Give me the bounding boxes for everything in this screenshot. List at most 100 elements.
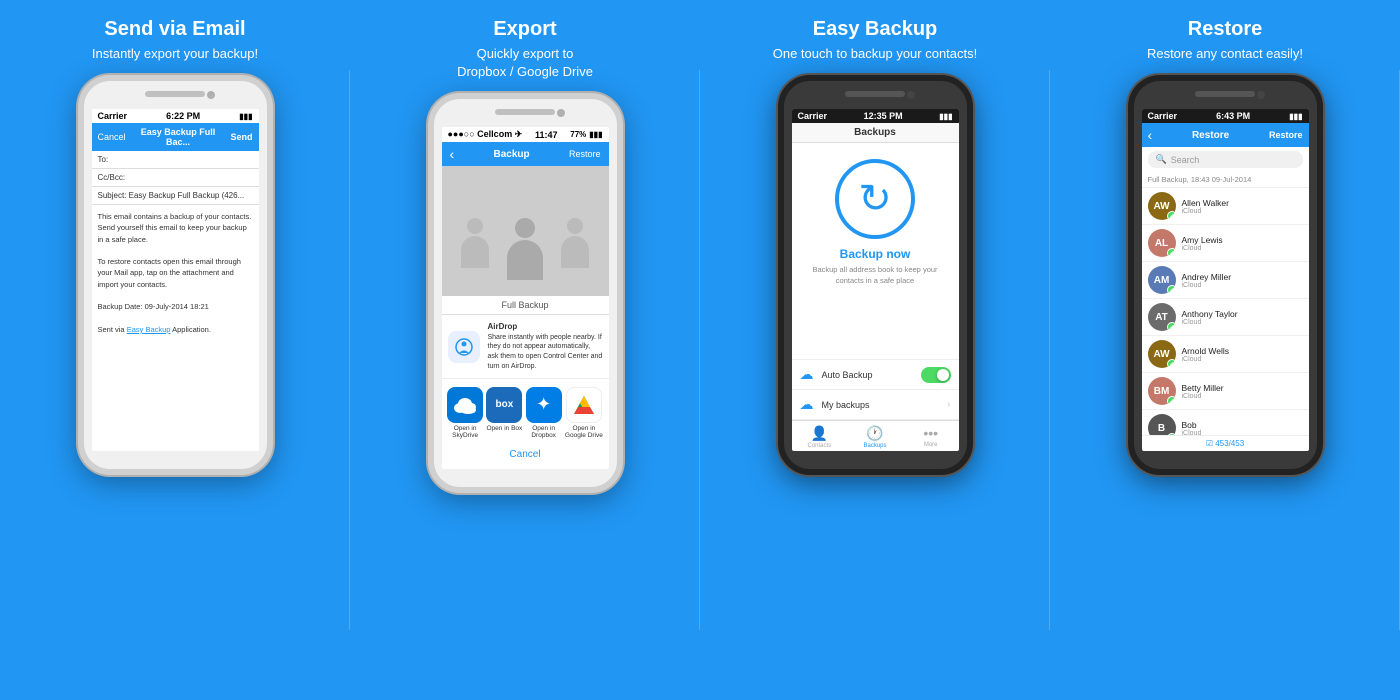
restore-count-value: 453/453	[1215, 439, 1244, 448]
email-to-label: To:	[98, 155, 109, 164]
contact-info-arnold: Arnold Wells iCloud	[1182, 346, 1303, 363]
box-label: Open in Box	[487, 425, 523, 432]
app-dropbox[interactable]: ✦ Open inDropbox	[526, 387, 562, 439]
carrier-email: Carrier	[98, 111, 128, 121]
airdrop-desc: Share instantly with people nearby. If t…	[488, 334, 603, 370]
sil-body-center	[507, 240, 543, 280]
battery-restore: ▮▮▮	[1289, 112, 1302, 121]
time-email: 6:22 PM	[166, 111, 200, 121]
section-backup: Easy Backup One touch to backup your con…	[700, 0, 1050, 700]
contact-info-anthony: Anthony Taylor iCloud	[1182, 309, 1303, 326]
avatar-initials-amy: AL	[1155, 238, 1168, 249]
auto-backup-row[interactable]: ☁ Auto Backup	[792, 360, 959, 390]
list-item[interactable]: AT ✓ Anthony Taylor iCloud	[1142, 299, 1309, 336]
contact-source-betty: iCloud	[1182, 393, 1303, 400]
email-to-field[interactable]: To:	[92, 151, 259, 169]
airdrop-title: AirDrop	[488, 321, 603, 332]
list-item[interactable]: AW ✓ Arnold Wells iCloud	[1142, 336, 1309, 373]
backup-now-button[interactable]: Backup now	[840, 247, 911, 261]
skydrive-label: Open inSkyDrive	[452, 425, 478, 439]
section-restore-title: Restore	[1188, 18, 1262, 41]
sil-head-left	[467, 218, 483, 234]
backup-nav: Backups	[792, 123, 959, 143]
time-backup: 12:35 PM	[864, 111, 903, 121]
dropbox-icon: ✦	[526, 387, 562, 423]
airdrop-row[interactable]: AirDrop Share instantly with people near…	[442, 315, 609, 378]
backup-center: ↻ Backup now Backup all address book to …	[792, 143, 959, 359]
avatar-initials-andrey: AM	[1154, 275, 1170, 286]
list-item[interactable]: B ✓ Bob iCloud	[1142, 410, 1309, 435]
section-email-title: Send via Email	[104, 18, 245, 41]
app-box[interactable]: box Open in Box	[486, 387, 522, 439]
avatar-amy: AL ✓	[1148, 229, 1176, 257]
screen-backup: Carrier 12:35 PM ▮▮▮ Backups ↻ Backup no…	[792, 109, 959, 451]
avatar-arnold: AW ✓	[1148, 340, 1176, 368]
status-right-restore: ▮▮▮	[1289, 112, 1302, 121]
section-restore: Restore Restore any contact easily! Carr…	[1050, 0, 1400, 700]
section-email-subtitle: Instantly export your backup!	[92, 45, 258, 63]
list-item[interactable]: AW ✓ Allen Walker iCloud	[1142, 188, 1309, 225]
contact-name-bob: Bob	[1182, 420, 1303, 430]
contact-source-allen: iCloud	[1182, 208, 1303, 215]
contact-info-betty: Betty Miller iCloud	[1182, 383, 1303, 400]
avatar-bob: B ✓	[1148, 414, 1176, 435]
list-item[interactable]: AM ✓ Andrey Miller iCloud	[1142, 262, 1309, 299]
export-back-btn[interactable]: ‹	[450, 146, 455, 162]
my-backups-row[interactable]: ☁ My backups ›	[792, 390, 959, 420]
backups-tab-icon: 🕐	[866, 425, 883, 442]
contact-source-arnold: iCloud	[1182, 356, 1303, 363]
auto-backup-icon: ☁	[800, 366, 814, 383]
contacts-tab-label: Contacts	[807, 443, 831, 449]
email-cc-field[interactable]: Cc/Bcc:	[92, 169, 259, 187]
avatar-anthony: AT ✓	[1148, 303, 1176, 331]
email-nav-title: Easy Backup Full Bac...	[126, 127, 231, 147]
contact-source-amy: iCloud	[1182, 245, 1303, 252]
sil-head-center	[515, 218, 535, 238]
contact-name-betty: Betty Miller	[1182, 383, 1303, 393]
easy-backup-link[interactable]: Easy Backup	[127, 325, 171, 334]
contact-name-allen: Allen Walker	[1182, 198, 1303, 208]
check-badge-anthony: ✓	[1167, 322, 1176, 331]
contact-name-andrey: Andrey Miller	[1182, 272, 1303, 282]
status-bar-backup: Carrier 12:35 PM ▮▮▮	[792, 109, 959, 123]
tab-backups[interactable]: 🕐 Backups	[847, 425, 903, 449]
avatar-betty: BM ✓	[1148, 377, 1176, 405]
sil-body-left	[461, 236, 489, 268]
email-backup-date: Backup Date: 09-July-2014 18:21	[98, 301, 253, 312]
my-backups-label: My backups	[822, 400, 948, 410]
email-send-btn[interactable]: Send	[230, 132, 252, 142]
search-bar[interactable]: 🔍 Search	[1148, 151, 1303, 168]
contact-info-bob: Bob iCloud	[1182, 420, 1303, 436]
list-item[interactable]: AL ✓ Amy Lewis iCloud	[1142, 225, 1309, 262]
silhouette-left	[450, 218, 500, 288]
email-cancel-btn[interactable]: Cancel	[98, 132, 126, 142]
restore-back-btn[interactable]: ‹	[1148, 127, 1153, 143]
export-restore-btn[interactable]: Restore	[569, 149, 601, 159]
sil-body-right	[561, 236, 589, 268]
battery-pct-export: 77%	[570, 130, 586, 139]
carrier-export: ●●●○○ Cellcom ✈	[448, 129, 523, 140]
app-skydrive[interactable]: Open inSkyDrive	[447, 387, 483, 439]
list-item[interactable]: BM ✓ Betty Miller iCloud	[1142, 373, 1309, 410]
battery-backup: ▮▮▮	[939, 112, 952, 121]
restore-btn[interactable]: Restore	[1269, 130, 1303, 140]
battery-email: ▮▮▮	[239, 112, 252, 121]
email-subject-field[interactable]: Subject: Easy Backup Full Backup (426...	[92, 187, 259, 205]
tab-more[interactable]: ••• More	[903, 425, 959, 449]
dropbox-label: Open inDropbox	[531, 425, 556, 439]
tab-contacts[interactable]: 👤 Contacts	[792, 425, 848, 449]
export-nav: ‹ Backup Restore	[442, 142, 609, 166]
app-gdrive[interactable]: Open inGoogle Drive	[565, 387, 603, 439]
auto-backup-label: Auto Backup	[822, 370, 921, 380]
contact-name-anthony: Anthony Taylor	[1182, 309, 1303, 319]
search-input[interactable]: Search	[1171, 155, 1200, 165]
check-badge-betty: ✓	[1167, 396, 1176, 405]
auto-backup-toggle[interactable]	[921, 367, 951, 383]
carrier-restore: Carrier	[1148, 111, 1178, 121]
avatar-initials-betty: BM	[1154, 386, 1170, 397]
cancel-button[interactable]: Cancel	[442, 443, 609, 466]
contact-info-allen: Allen Walker iCloud	[1182, 198, 1303, 215]
carrier-backup: Carrier	[798, 111, 828, 121]
restore-nav-title: Restore	[1192, 130, 1229, 141]
email-sent-via: Sent via Easy Backup Application.	[98, 324, 253, 335]
